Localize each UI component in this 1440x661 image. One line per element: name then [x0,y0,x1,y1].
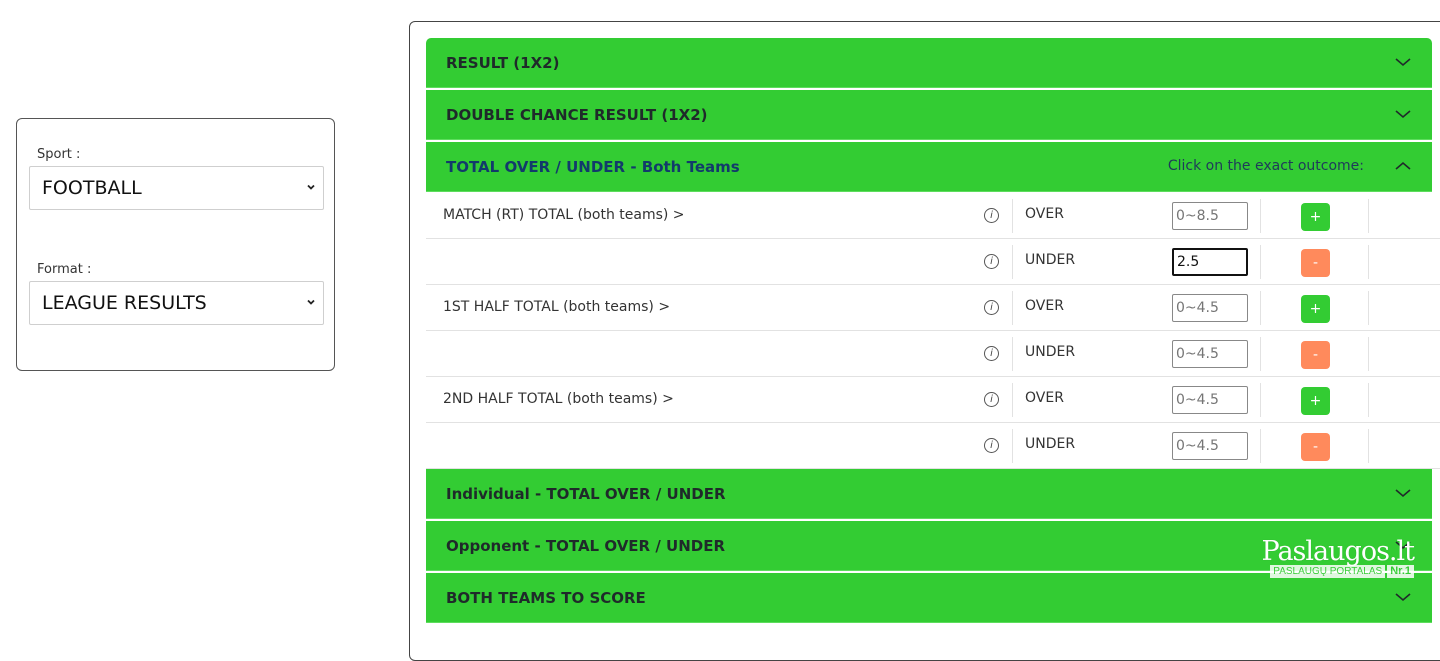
column-divider [1260,429,1261,463]
outcome-hint: Click on the exact outcome: [1167,158,1364,174]
column-divider [1012,429,1013,463]
column-divider [1368,291,1369,325]
column-divider [1260,199,1261,233]
sport-select[interactable]: FOOTBALL [29,166,324,210]
line-input[interactable] [1172,340,1248,368]
accordion-header-both-teams-to-score[interactable]: BOTH TEAMS TO SCORE [426,573,1432,623]
format-label: Format : [37,262,92,277]
column-divider [1012,291,1013,325]
column-divider [1012,383,1013,417]
add-button[interactable]: + [1301,295,1330,323]
column-divider [1012,245,1013,279]
accordion-header-result[interactable]: RESULT (1X2) [426,38,1432,88]
chevron-down-icon [307,299,315,305]
market-row: 2ND HALF TOTAL (both teams) > i OVER + [426,377,1440,423]
column-divider [1368,337,1369,371]
accordion-header-total-over-under[interactable]: TOTAL OVER / UNDER - Both Teams Click on… [426,142,1432,192]
column-divider [1368,199,1369,233]
market-row: i UNDER - [426,423,1440,469]
outcome-label: OVER [1025,390,1064,406]
info-icon[interactable]: i [984,208,999,223]
line-input[interactable] [1172,202,1248,230]
column-divider [1012,337,1013,371]
market-row: i UNDER - [426,331,1440,377]
add-button[interactable]: + [1301,203,1330,231]
remove-button[interactable]: - [1301,249,1330,277]
watermark-sub: PASLAUGŲ PORTALAS Nr.1 [1262,565,1414,578]
accordion-title: Opponent - TOTAL OVER / UNDER [446,536,726,555]
remove-button[interactable]: - [1301,433,1330,461]
accordion-header-individual-total[interactable]: Individual - TOTAL OVER / UNDER [426,469,1432,519]
accordion-header-double-chance[interactable]: DOUBLE CHANCE RESULT (1X2) [426,90,1432,140]
market-name: 1ST HALF TOTAL (both teams) > [443,299,671,315]
line-input[interactable] [1172,248,1248,276]
accordion-title: Individual - TOTAL OVER / UNDER [446,484,726,503]
info-icon[interactable]: i [984,346,999,361]
info-icon[interactable]: i [984,438,999,453]
filter-panel: Sport : FOOTBALL Format : LEAGUE RESULTS [16,118,335,371]
accordion-title: TOTAL OVER / UNDER - Both Teams [446,157,740,176]
chevron-down-icon [1395,593,1411,602]
watermark-logo: Paslaugos.lt [1261,536,1415,567]
sport-select-value: FOOTBALL [42,177,142,199]
column-divider [1260,337,1261,371]
column-divider [1012,199,1013,233]
watermark-portal: PASLAUGŲ PORTALAS [1270,565,1386,578]
format-select-value: LEAGUE RESULTS [42,292,207,314]
chevron-down-icon [307,184,315,190]
accordion-title: BOTH TEAMS TO SCORE [446,588,646,607]
info-icon[interactable]: i [984,392,999,407]
info-icon[interactable]: i [984,300,999,315]
outcome-label: OVER [1025,206,1064,222]
line-input[interactable] [1172,294,1248,322]
line-input[interactable] [1172,432,1248,460]
accordion-title: RESULT (1X2) [446,53,560,72]
column-divider [1368,383,1369,417]
chevron-up-icon [1395,161,1411,170]
outcome-label: OVER [1025,298,1064,314]
format-select[interactable]: LEAGUE RESULTS [29,281,324,325]
outcome-label: UNDER [1025,252,1076,268]
market-row: MATCH (RT) TOTAL (both teams) > i OVER + [426,193,1440,239]
remove-button[interactable]: - [1301,341,1330,369]
column-divider [1260,245,1261,279]
add-button[interactable]: + [1301,387,1330,415]
market-name: MATCH (RT) TOTAL (both teams) > [443,207,685,223]
chevron-down-icon [1395,110,1411,119]
outcome-label: UNDER [1025,344,1076,360]
sport-label: Sport : [37,147,81,162]
accordion-title: DOUBLE CHANCE RESULT (1X2) [446,105,708,124]
market-row: 1ST HALF TOTAL (both teams) > i OVER + [426,285,1440,331]
column-divider [1368,245,1369,279]
info-icon[interactable]: i [984,254,999,269]
market-row: i UNDER - [426,239,1440,285]
chevron-down-icon [1395,58,1411,67]
chevron-down-icon [1395,489,1411,498]
watermark: Paslaugos.lt PASLAUGŲ PORTALAS Nr.1 [1262,536,1415,578]
watermark-nr: Nr.1 [1387,565,1414,578]
column-divider [1260,383,1261,417]
outcome-label: UNDER [1025,436,1076,452]
column-divider [1260,291,1261,325]
line-input[interactable] [1172,386,1248,414]
column-divider [1368,429,1369,463]
market-name: 2ND HALF TOTAL (both teams) > [443,391,674,407]
